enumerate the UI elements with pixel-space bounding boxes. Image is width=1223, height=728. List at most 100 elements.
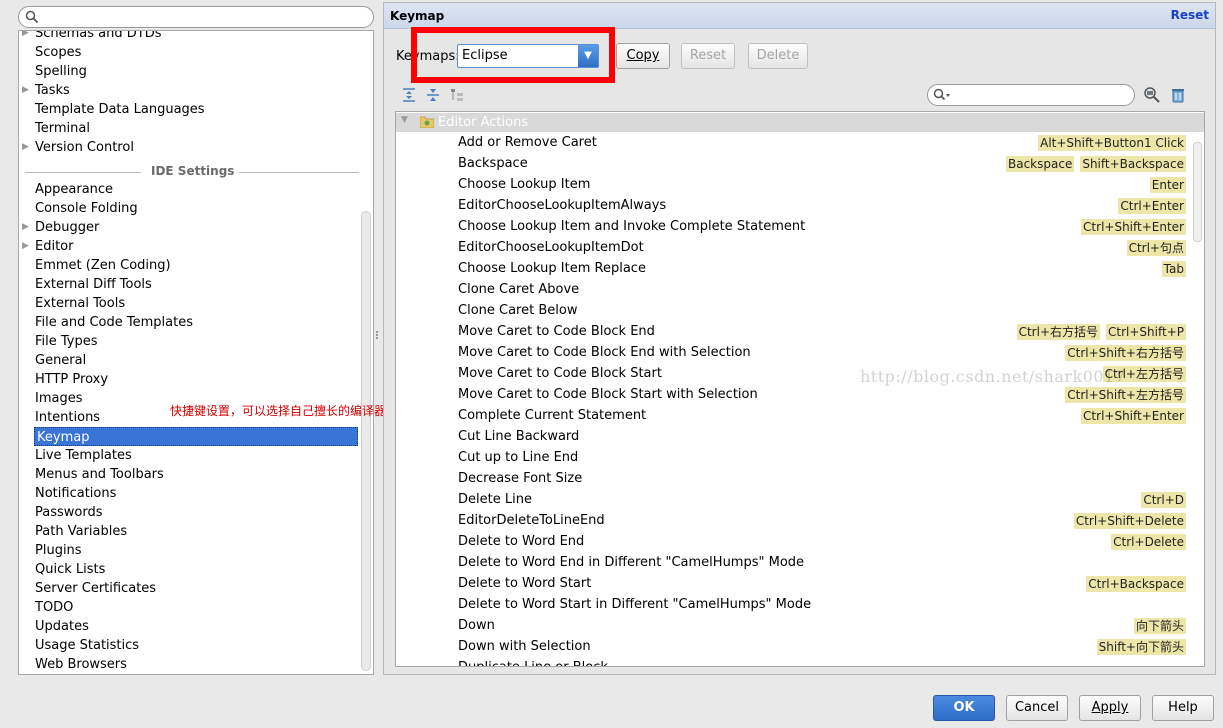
find-shortcut-icon[interactable] [1142, 85, 1162, 105]
action-row[interactable]: Move Caret to Code Block Start with Sele… [396, 385, 1186, 406]
group-label: Editor Actions [438, 115, 529, 130]
keymap-panel: Keymap Reset Keymaps: Eclipse ▼ Copy Res… [383, 2, 1216, 675]
action-name: Choose Lookup Item [458, 177, 591, 192]
sidebar-item-label: General [35, 353, 87, 368]
group-row-editor-actions[interactable]: ▼ Editor Actions [396, 113, 1204, 132]
shortcut-badge: Ctrl+Shift+Enter [1081, 408, 1186, 424]
action-name: Decrease Font Size [458, 471, 583, 486]
chevron-right-icon[interactable]: ▶ [22, 81, 29, 100]
tree-scrollbar[interactable] [361, 211, 371, 671]
action-row[interactable]: Move Caret to Code Block End Ctrl+右方括号 Ctr… [396, 322, 1186, 343]
action-row[interactable]: EditorChooseLookupItemDot Ctrl+句点 [396, 238, 1186, 259]
page-title: Keymap [390, 9, 445, 23]
cancel-button[interactable]: Cancel [1006, 695, 1068, 721]
chevron-right-icon[interactable]: ▶ [22, 237, 29, 256]
panel-header: Keymap Reset [384, 3, 1215, 29]
action-name: Clone Caret Above [458, 282, 580, 297]
actions-scrollbar[interactable] [1193, 142, 1202, 242]
action-row[interactable]: Delete to Word End in Different "CamelHu… [396, 553, 1186, 574]
action-row[interactable]: Delete to Word Start Ctrl+Backspace [396, 574, 1186, 595]
action-shortcuts: Ctrl+Shift+Delete [1068, 513, 1186, 529]
sidebar-item-label: External Tools [35, 296, 126, 311]
delete-button[interactable]: Delete [748, 43, 808, 69]
expand-all-icon[interactable] [401, 87, 417, 103]
tree-view-icon[interactable] [449, 87, 465, 103]
action-shortcuts: Ctrl+D [1135, 492, 1186, 508]
sidebar-item-label: Passwords [35, 505, 103, 520]
shortcut-badge: Ctrl+Enter [1118, 198, 1186, 214]
action-row[interactable]: Move Caret to Code Block End with Select… [396, 343, 1186, 364]
reset-link[interactable]: Reset [1171, 8, 1209, 22]
action-shortcuts: Enter [1144, 177, 1186, 193]
settings-search-input[interactable] [18, 6, 374, 28]
shortcut-badge: Ctrl+右方括号 [1016, 324, 1101, 340]
ok-button[interactable]: OK [933, 695, 995, 721]
action-row[interactable]: Clone Caret Below [396, 301, 1186, 322]
chevron-right-icon[interactable]: ▶ [22, 138, 29, 157]
shortcut-badge: Backspace [1005, 156, 1075, 172]
sidebar-item-label: Tasks [35, 83, 70, 98]
action-row[interactable]: Delete Line Ctrl+D [396, 490, 1186, 511]
copy-button[interactable]: Copy [616, 43, 670, 69]
action-row[interactable]: Down 向下箭头 [396, 616, 1186, 637]
action-row[interactable]: Down with Selection Shift+向下箭头 [396, 637, 1186, 658]
action-row[interactable]: Duplicate Line or Block [396, 658, 1186, 666]
action-name: Cut Line Backward [458, 429, 580, 444]
divider [239, 172, 359, 173]
sidebar-item-label: Terminal [35, 121, 90, 136]
action-row[interactable]: Add or Remove Caret Alt+Shift+Button1 Cli… [396, 133, 1186, 154]
chevron-down-icon[interactable]: ▼ [401, 115, 408, 125]
panel-splitter[interactable] [374, 330, 380, 344]
action-name: Down with Selection [458, 639, 591, 654]
shortcut-badge: Ctrl+Shift+右方括号 [1065, 345, 1186, 361]
action-name: EditorChooseLookupItemDot [458, 240, 644, 255]
search-icon [933, 88, 950, 101]
sidebar-item-label: Editor [35, 239, 74, 254]
action-row[interactable]: Cut up to Line End [396, 448, 1186, 469]
action-row[interactable]: Choose Lookup Item Replace Tab [396, 259, 1186, 280]
action-row[interactable]: Decrease Font Size [396, 469, 1186, 490]
sidebar-item-keymap[interactable]: Keymap [34, 427, 358, 446]
action-row[interactable]: Choose Lookup Item and Invoke Complete S… [396, 217, 1186, 238]
trash-icon[interactable] [1168, 85, 1188, 105]
help-button[interactable]: Help [1152, 695, 1214, 721]
shortcut-badge: Shift+Backspace [1080, 156, 1186, 172]
ide-settings-section-header: IDE Settings [25, 163, 359, 181]
sidebar-item-label: Version Control [35, 140, 134, 155]
action-filter-input[interactable] [927, 84, 1135, 106]
section-label: IDE Settings [151, 164, 235, 178]
action-row[interactable]: Choose Lookup Item Enter [396, 175, 1186, 196]
action-name: Delete to Word Start in Different "Camel… [458, 597, 812, 612]
action-row[interactable]: Cut Line Backward [396, 427, 1186, 448]
shortcut-badge: Alt+Shift+Button1 Click [1038, 135, 1186, 151]
sidebar-item-label: Console Folding [35, 201, 138, 216]
action-row[interactable]: EditorDeleteToLineEnd Ctrl+Shift+Delete [396, 511, 1186, 532]
action-row[interactable]: Delete to Word End Ctrl+Delete [396, 532, 1186, 553]
action-row[interactable]: EditorChooseLookupItemAlways Ctrl+Enter [396, 196, 1186, 217]
action-row[interactable]: Complete Current Statement Ctrl+Shift+Ent… [396, 406, 1186, 427]
action-row[interactable]: Delete to Word Start in Different "Camel… [396, 595, 1186, 616]
action-name: Move Caret to Code Block End [458, 324, 655, 339]
collapse-all-icon[interactable] [425, 87, 441, 103]
sidebar-item-label: Path Variables [35, 524, 128, 539]
action-row[interactable]: Backspace Backspace Shift+Backspace [396, 154, 1186, 175]
action-name: Cut up to Line End [458, 450, 579, 465]
action-name: Delete to Word End in Different "CamelHu… [458, 555, 805, 570]
shortcut-badge: Ctrl+Backspace [1086, 576, 1186, 592]
action-shortcuts: Ctrl+句点 [1121, 240, 1186, 256]
chevron-right-icon[interactable]: ▶ [22, 218, 29, 237]
action-shortcuts: Shift+向下箭头 [1091, 639, 1186, 655]
apply-button[interactable]: Apply [1079, 695, 1141, 721]
sidebar-item-label: Keymap [37, 430, 90, 445]
reset-button[interactable]: Reset [681, 43, 735, 69]
sidebar-item-label: Template Data Languages [35, 102, 205, 117]
sidebar-item-label: Server Certificates [35, 581, 157, 596]
sidebar-item-label: Notifications [35, 486, 117, 501]
shortcut-badge: Ctrl+D [1141, 492, 1186, 508]
watermark: http://blog.csdn.net/shark0017 [860, 367, 1126, 386]
action-name: Delete Line [458, 492, 532, 507]
sidebar-item-label: Menus and Toolbars [35, 467, 164, 482]
action-row[interactable]: Clone Caret Above [396, 280, 1186, 301]
action-name: Clone Caret Below [458, 303, 578, 318]
chevron-right-icon[interactable]: ▶ [22, 31, 29, 43]
